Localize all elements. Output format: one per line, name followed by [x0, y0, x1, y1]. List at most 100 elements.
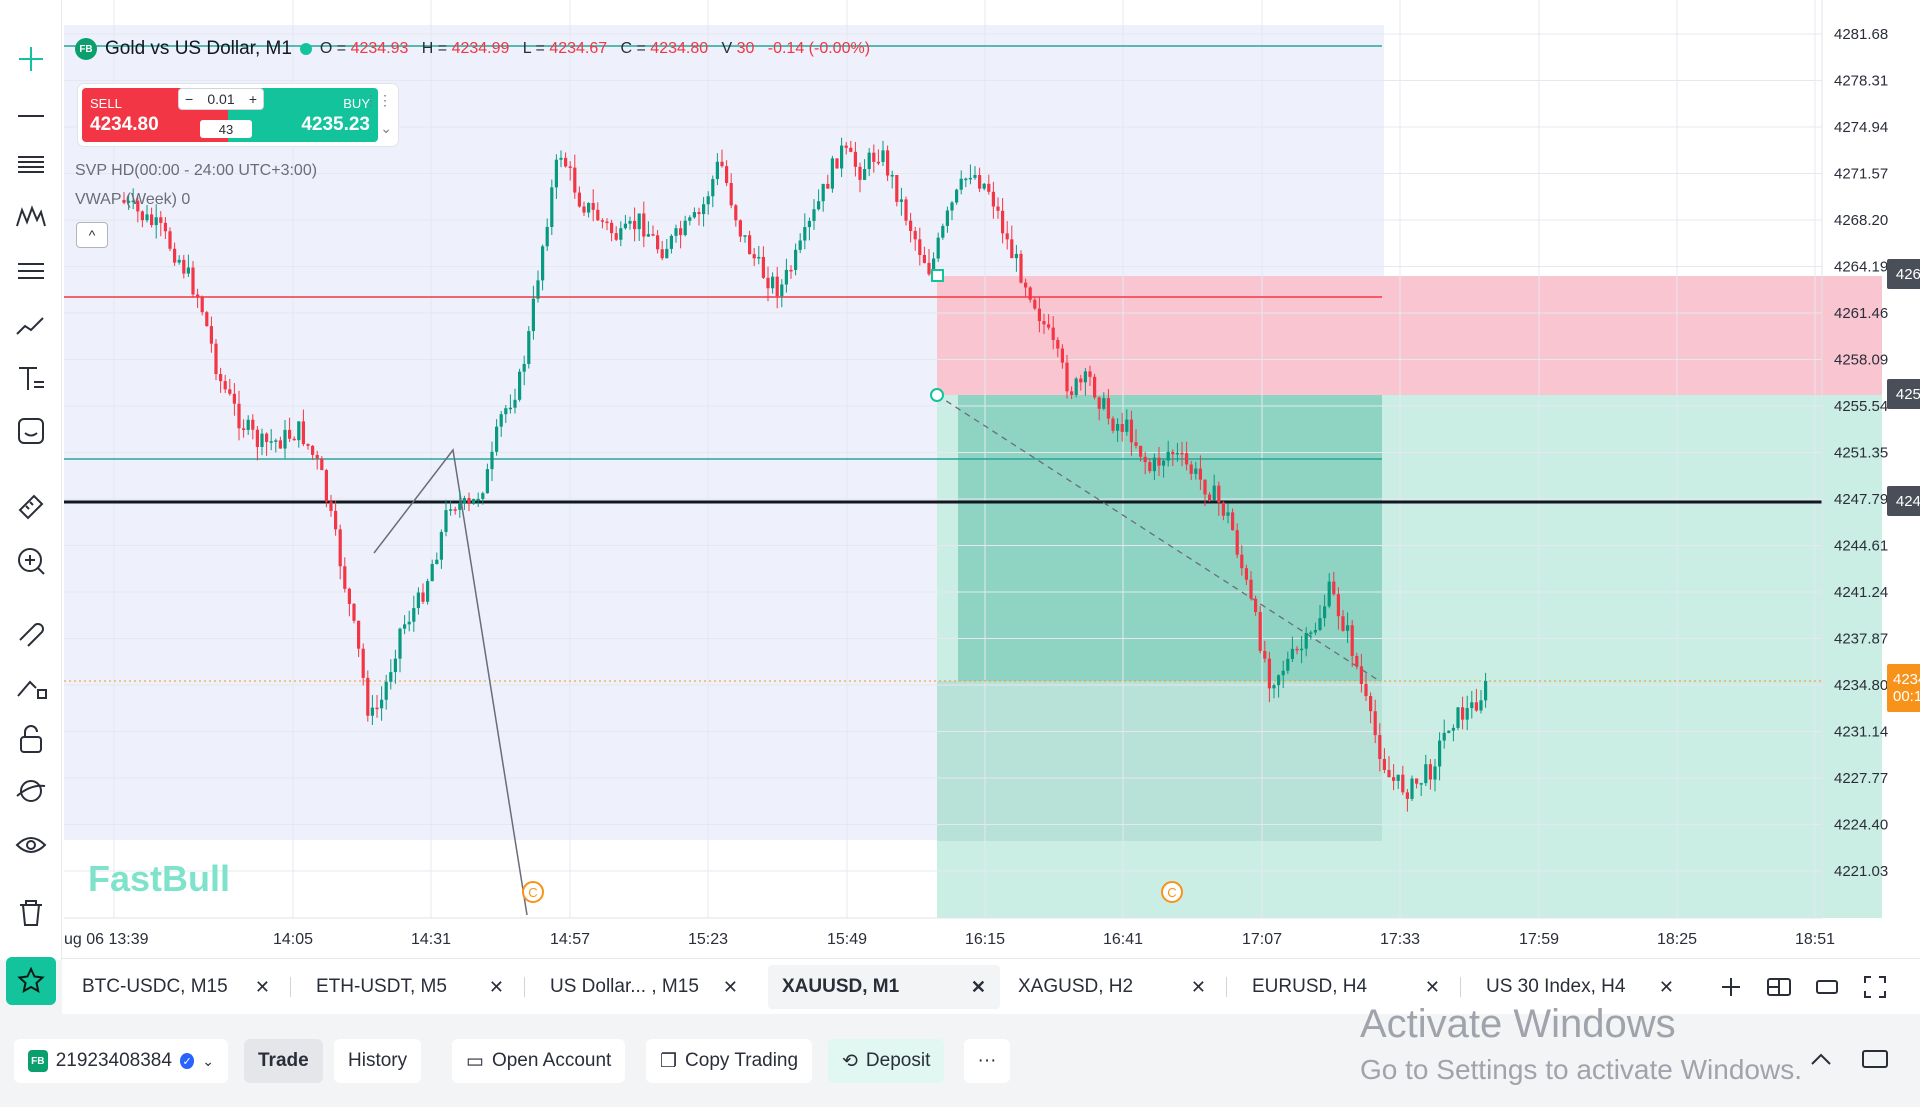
candle-body	[982, 183, 986, 189]
orbit-icon[interactable]	[10, 770, 52, 812]
symbol-title[interactable]: Gold vs US Dollar, M1	[105, 38, 292, 60]
open-account-button[interactable]: ▭ Open Account	[452, 1039, 626, 1083]
zoom-in-icon[interactable]	[10, 540, 52, 582]
price-tick-label: 4274.94	[1834, 119, 1888, 136]
chevron-down-icon[interactable]: ⌄	[380, 120, 392, 137]
fullscreen-icon[interactable]	[1857, 969, 1893, 1005]
layout-icon[interactable]	[1761, 969, 1797, 1005]
fib-icon[interactable]	[10, 144, 52, 186]
candle-body	[237, 403, 241, 429]
candle-body	[150, 214, 154, 226]
time-tick-label: 18:25	[1657, 931, 1697, 948]
candle-body	[936, 237, 940, 259]
candle-body	[1272, 685, 1276, 689]
svp-indicator-label[interactable]: SVP HD(00:00 - 24:00 UTC+3:00)	[75, 162, 317, 180]
trade-button[interactable]: Trade	[244, 1039, 323, 1083]
candle-body	[485, 469, 489, 494]
copy-trading-button[interactable]: ❐ Copy Trading	[646, 1039, 813, 1083]
tab-xauusd[interactable]: XAUUSD, M1 ✕	[768, 965, 1000, 1009]
drag-handle-icon[interactable]: ⋮⋮	[364, 92, 392, 109]
close-icon[interactable]: ✕	[489, 977, 504, 998]
tab-us-dollar[interactable]: US Dollar... , M15 ✕	[536, 965, 752, 1009]
account-selector[interactable]: FB 21923408384 ✓ ⌄	[14, 1039, 228, 1083]
candle-body	[1470, 702, 1474, 709]
price-tick-label: 4268.20	[1834, 212, 1888, 229]
candle-body	[200, 297, 204, 313]
crosshair-icon[interactable]	[10, 38, 52, 80]
panel-icon[interactable]	[1860, 1044, 1896, 1080]
ruler-icon[interactable]	[10, 486, 52, 528]
candle-body	[513, 399, 517, 408]
collapse-legend-button[interactable]: ^	[76, 222, 108, 248]
verified-icon: ✓	[179, 1053, 195, 1069]
close-icon[interactable]: ✕	[255, 977, 270, 998]
eye-icon[interactable]	[10, 824, 52, 866]
lock-draw-icon[interactable]	[10, 664, 52, 706]
trend-line-icon[interactable]	[10, 92, 52, 134]
time-tick-label: 14:31	[411, 931, 451, 948]
candle-body	[881, 150, 885, 162]
candle-body	[1323, 606, 1327, 619]
candle-body	[582, 206, 586, 213]
candle-body	[324, 470, 328, 502]
chevron-up-icon[interactable]	[1806, 1044, 1842, 1080]
history-button[interactable]: History	[334, 1039, 422, 1083]
candle-body	[1244, 568, 1248, 580]
channel-icon[interactable]	[10, 250, 52, 292]
qty-minus-button[interactable]: −	[185, 91, 193, 107]
lock-icon[interactable]	[10, 718, 52, 760]
candle-body	[1277, 675, 1281, 686]
window-icon[interactable]	[1809, 969, 1845, 1005]
tab-xagusd[interactable]: XAGUSD, H2 ✕	[1004, 965, 1220, 1009]
candle-body	[380, 699, 384, 709]
candle-body	[803, 227, 807, 241]
candle-body	[968, 177, 972, 180]
copy-icon: ❐	[660, 1050, 678, 1072]
candle-body	[306, 444, 310, 446]
candle-body	[412, 608, 416, 622]
sell-label: SELL	[90, 96, 122, 111]
candle-body	[1051, 327, 1055, 340]
more-button[interactable]: ···	[964, 1039, 1010, 1083]
candle-body	[223, 381, 227, 390]
candle-body	[214, 343, 218, 375]
close-icon[interactable]: ✕	[1659, 977, 1674, 998]
candle-body	[458, 503, 462, 510]
star-icon[interactable]	[6, 957, 56, 1005]
candle-body	[1309, 632, 1313, 634]
candle-body	[766, 277, 770, 289]
candle-body	[375, 707, 379, 710]
emoji-icon[interactable]	[10, 410, 52, 452]
tab-btc-usdc[interactable]: BTC-USDC, M15 ✕	[68, 965, 284, 1009]
time-tick-label: 16:15	[965, 931, 1005, 948]
candle-body	[311, 445, 315, 455]
close-icon[interactable]: ✕	[971, 977, 986, 998]
brush-icon[interactable]	[10, 304, 52, 346]
candle-body	[1438, 740, 1442, 767]
drawing-toolbar	[0, 0, 62, 960]
trash-icon[interactable]	[10, 892, 52, 934]
candle-body	[863, 169, 867, 180]
candle-body	[600, 220, 604, 222]
candle-body	[1313, 629, 1317, 633]
close-icon[interactable]: ✕	[723, 977, 738, 998]
stop-loss-zone	[937, 276, 1882, 395]
tab-eth-usdt[interactable]: ETH-USDT, M5 ✕	[302, 965, 518, 1009]
text-icon[interactable]	[10, 358, 52, 400]
candle-body	[1401, 774, 1405, 793]
price-chart[interactable]: C C 4281.68 4278.31 4274.94 4271.57 4268.20 4…	[62, 0, 1920, 958]
deposit-button[interactable]: ⟲ Deposit	[828, 1039, 945, 1083]
close-icon[interactable]: ✕	[1425, 977, 1440, 998]
vwap-indicator-label[interactable]: VWAP (Week) 0	[75, 191, 190, 209]
close-icon[interactable]: ✕	[1191, 977, 1206, 998]
tp-lower-zone	[937, 681, 1382, 841]
qty-plus-button[interactable]: +	[249, 91, 257, 107]
qty-value[interactable]: 0.01	[207, 91, 234, 107]
candle-body	[1474, 702, 1478, 711]
quantity-stepper[interactable]: − 0.01 +	[178, 88, 264, 110]
candle-body	[255, 429, 259, 447]
price-tick-label: 4231.14	[1834, 724, 1888, 741]
pattern-icon[interactable]	[10, 196, 52, 238]
add-tab-icon[interactable]	[1713, 969, 1749, 1005]
magnet-icon[interactable]	[10, 610, 52, 652]
